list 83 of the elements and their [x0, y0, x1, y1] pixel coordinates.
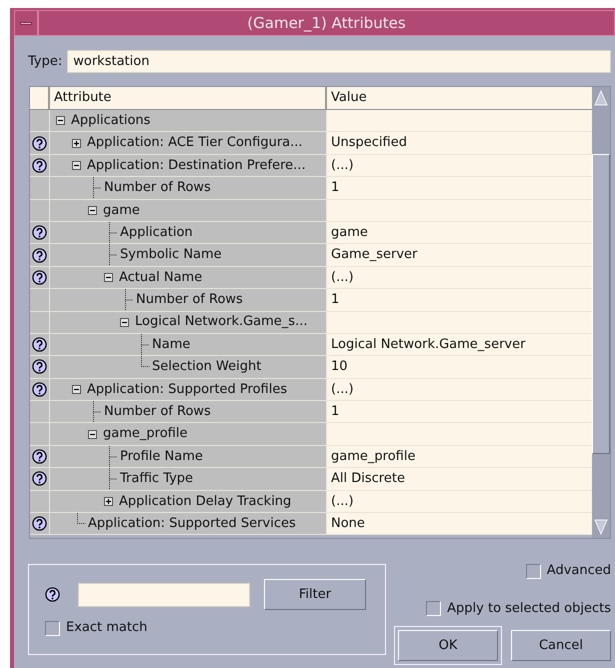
- help-icon[interactable]: [32, 225, 47, 240]
- tree-connector-icon: [108, 244, 118, 266]
- value-cell[interactable]: game_profile: [327, 446, 592, 468]
- value-cell[interactable]: (...): [327, 490, 592, 512]
- value-cell[interactable]: (...): [327, 154, 592, 176]
- apply-selected-checkbox[interactable]: Apply to selected objects: [426, 598, 611, 618]
- tree-connector-icon: [76, 513, 86, 524]
- attribute-name: Selection Weight: [152, 358, 262, 376]
- dialog-button[interactable]: Cancel: [511, 630, 611, 662]
- value-cell[interactable]: 1: [327, 177, 592, 199]
- tree-connector-icon: [124, 288, 134, 311]
- attribute-name: game_profile: [103, 425, 188, 444]
- column-header[interactable]: Value: [327, 87, 592, 109]
- value-cell[interactable]: All Discrete: [327, 468, 592, 490]
- attribute-name: Actual Name: [119, 268, 202, 287]
- filter-button[interactable]: Filter: [264, 579, 366, 610]
- scrollbar[interactable]: [592, 87, 610, 538]
- attribute-name: Number of Rows: [136, 291, 243, 310]
- attribute-name: Applications: [71, 112, 150, 130]
- value-cell[interactable]: [327, 312, 592, 333]
- attribute-name: Name: [152, 336, 190, 354]
- window-title: (Gamer_1) Attributes: [247, 12, 406, 34]
- window-menu-button[interactable]: [14, 10, 38, 36]
- attribute-name: Logical Network.Game_s...: [135, 313, 308, 332]
- expand-toggle[interactable]: [56, 116, 65, 126]
- value-cell[interactable]: [327, 110, 592, 132]
- expand-toggle[interactable]: [104, 272, 113, 282]
- help-icon[interactable]: [32, 382, 47, 397]
- value-cell[interactable]: None: [327, 513, 592, 534]
- attribute-name: Traffic Type: [120, 470, 194, 488]
- attribute-name: Application: Supported Profiles: [87, 380, 288, 399]
- tree-connector-icon: [92, 400, 102, 423]
- scrollbar-thumb[interactable]: [592, 154, 610, 454]
- help-icon[interactable]: [32, 449, 47, 464]
- help-icon[interactable]: [32, 248, 47, 263]
- dialog-button[interactable]: OK: [398, 630, 498, 662]
- type-field[interactable]: workstation: [67, 50, 611, 73]
- value-cell[interactable]: 1: [327, 401, 592, 422]
- value-cell[interactable]: Game_server: [327, 244, 592, 266]
- attribute-name: Application Delay Tracking: [119, 492, 292, 511]
- expand-toggle[interactable]: [104, 496, 113, 506]
- attribute-name: Symbolic Name: [120, 246, 222, 264]
- help-icon[interactable]: [32, 471, 47, 486]
- value-cell[interactable]: Logical Network.Game_server: [327, 334, 592, 356]
- value-cell[interactable]: 1: [327, 289, 592, 311]
- value-cell[interactable]: 10: [327, 356, 592, 378]
- attribute-name: Number of Rows: [104, 403, 211, 422]
- attribute-name: Application: Supported Services: [88, 514, 296, 533]
- expand-toggle[interactable]: [120, 318, 129, 327]
- attribute-name: Application: [120, 224, 193, 242]
- help-icon[interactable]: [32, 158, 47, 173]
- attribute-name: Number of Rows: [104, 179, 211, 198]
- attribute-name: Application: Destination Prefere...: [87, 156, 306, 175]
- exact-match-checkbox[interactable]: Exact match: [45, 618, 385, 638]
- help-icon[interactable]: [45, 587, 60, 602]
- help-icon[interactable]: [32, 270, 47, 285]
- value-cell[interactable]: Unspecified: [327, 132, 592, 154]
- checkbox[interactable]: [45, 620, 60, 636]
- value-cell[interactable]: [327, 200, 592, 221]
- expand-toggle[interactable]: [88, 206, 97, 215]
- help-icon[interactable]: [32, 337, 47, 352]
- expand-toggle[interactable]: [72, 384, 81, 394]
- advanced-checkbox[interactable]: Advanced: [526, 561, 611, 581]
- expand-toggle[interactable]: [72, 138, 81, 148]
- expand-toggle[interactable]: [88, 430, 97, 439]
- value-cell[interactable]: (...): [327, 378, 592, 400]
- filter-field[interactable]: [78, 582, 250, 607]
- attribute-name: Profile Name: [120, 448, 203, 466]
- tree-connector-icon: [108, 468, 118, 490]
- tree-connector-icon: [108, 222, 118, 244]
- tree-connector-icon: [108, 446, 118, 468]
- value-cell[interactable]: (...): [327, 266, 592, 288]
- tree-connector-icon: [92, 176, 102, 199]
- attribute-name: game: [103, 202, 140, 220]
- value-cell[interactable]: game: [327, 222, 592, 244]
- checkbox[interactable]: [526, 564, 541, 579]
- help-icon[interactable]: [32, 359, 47, 374]
- help-icon[interactable]: [32, 136, 47, 151]
- checkbox[interactable]: [426, 601, 442, 616]
- expand-toggle[interactable]: [72, 160, 81, 170]
- type-label: Type:: [28, 52, 62, 71]
- attribute-name: Application: ACE Tier Configura...: [87, 134, 303, 152]
- value-cell[interactable]: [327, 423, 592, 445]
